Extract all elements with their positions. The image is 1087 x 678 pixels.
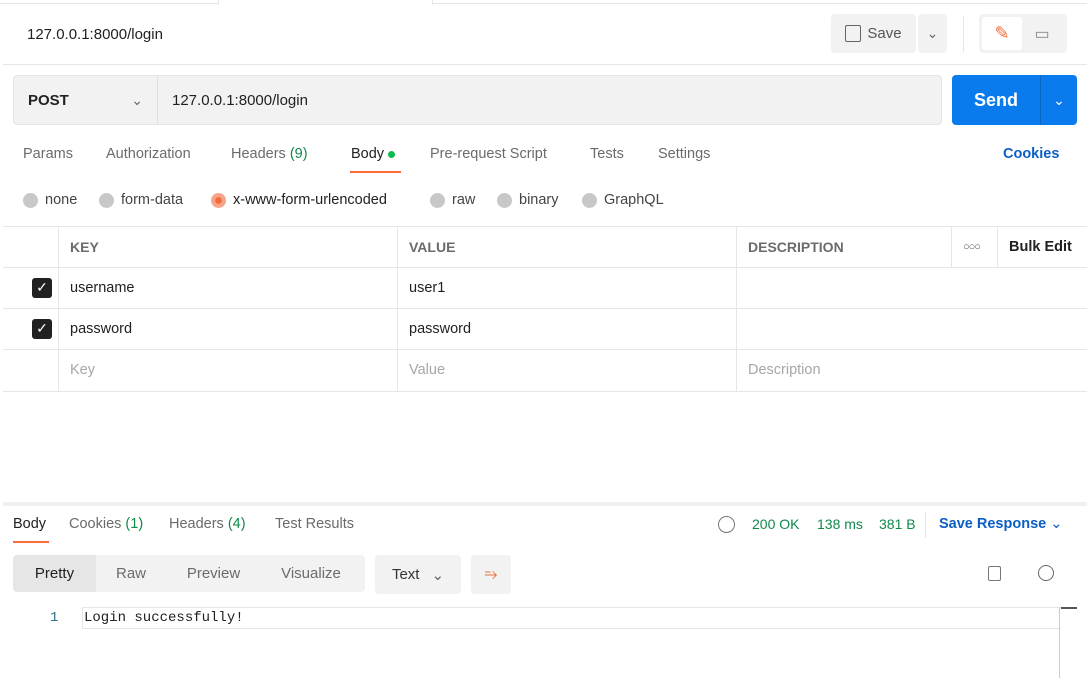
copy-icon[interactable] [988, 566, 1001, 581]
active-dot [388, 150, 396, 158]
description-cell[interactable] [736, 308, 1087, 350]
pane-resize-handle[interactable] [3, 502, 1087, 506]
scrollbar[interactable] [1059, 607, 1060, 678]
divider [963, 16, 964, 52]
tab-headers[interactable]: Headers (9) [231, 146, 308, 162]
chevron-down-icon: ⌄ [131, 91, 143, 108]
wrap-lines-icon[interactable]: ⥱ [471, 555, 511, 594]
response-body-line[interactable]: Login successfully! [82, 607, 1061, 629]
response-tab-cookies[interactable]: Cookies (1) [69, 516, 143, 532]
radio-x-www-form-urlencoded[interactable]: x-www-form-urlencoded [211, 192, 387, 208]
header-key: KEY [58, 226, 398, 268]
view-visualize[interactable]: Visualize [261, 565, 361, 582]
new-key-input[interactable]: Key [58, 349, 398, 392]
response-tab-body[interactable]: Body [13, 516, 46, 532]
tab-strip [0, 0, 1087, 4]
new-value-input[interactable]: Value [397, 349, 737, 392]
view-mode-group: Pretty Raw Preview Visualize [13, 555, 365, 592]
response-time[interactable]: 138 ms [817, 516, 863, 532]
header-value: VALUE [397, 226, 737, 268]
view-pretty[interactable]: Pretty [13, 555, 96, 592]
radio-form-data[interactable]: form-data [99, 192, 183, 208]
url-input[interactable]: 127.0.0.1:8000/login [157, 75, 942, 125]
row-checkbox[interactable]: ✓ [3, 308, 59, 350]
radio-none[interactable]: none [23, 192, 77, 208]
value-cell[interactable]: password [397, 308, 737, 350]
line-number: 1 [50, 610, 59, 626]
save-dropdown-button[interactable]: ⌄ [918, 14, 947, 53]
globe-icon [718, 516, 735, 533]
tab-pre-request-script[interactable]: Pre-request Script [430, 146, 547, 162]
view-raw[interactable]: Raw [96, 565, 166, 582]
tab-authorization[interactable]: Authorization [106, 146, 191, 162]
request-title: 127.0.0.1:8000/login [27, 26, 163, 43]
cookies-link[interactable]: Cookies [1003, 146, 1059, 162]
row-checkbox[interactable]: ✓ [3, 267, 59, 309]
description-cell[interactable] [736, 267, 1087, 309]
send-button[interactable]: Send [952, 75, 1040, 125]
method-select[interactable]: POST ⌄ [13, 75, 158, 125]
search-icon[interactable] [1038, 565, 1054, 581]
save-button[interactable]: Save [831, 14, 916, 53]
save-icon [845, 25, 862, 42]
new-description-input[interactable]: Description [736, 349, 1087, 392]
radio-graphql[interactable]: GraphQL [582, 192, 664, 208]
chevron-down-icon: ⌄ [431, 566, 445, 584]
comment-icon[interactable]: ▭ [1022, 17, 1062, 50]
header-description: DESCRIPTION [736, 226, 952, 268]
radio-binary[interactable]: binary [497, 192, 559, 208]
value-cell[interactable]: user1 [397, 267, 737, 309]
tab-settings[interactable]: Settings [658, 146, 710, 162]
tab-underline [350, 171, 401, 173]
key-cell[interactable]: password [58, 308, 398, 350]
response-tab-underline [13, 541, 49, 543]
response-tab-headers[interactable]: Headers (4) [169, 516, 246, 532]
tab-tests[interactable]: Tests [590, 146, 624, 162]
response-tab-test-results[interactable]: Test Results [275, 516, 354, 532]
active-request-tab[interactable] [218, 0, 433, 5]
edit-pencil-icon[interactable]: ✎ [982, 17, 1022, 50]
send-dropdown-button[interactable]: ⌄ [1040, 75, 1077, 125]
view-preview[interactable]: Preview [166, 565, 261, 582]
response-size[interactable]: 381 B [879, 516, 916, 532]
chevron-down-icon: ⌄ [1050, 516, 1063, 532]
key-cell[interactable]: username [58, 267, 398, 309]
bulk-edit-button[interactable]: Bulk Edit [997, 226, 1087, 268]
header-divider [3, 64, 1087, 65]
tab-params[interactable]: Params [23, 146, 73, 162]
save-response-button[interactable]: Save Response ⌄ [939, 516, 1062, 532]
tab-body[interactable]: Body [351, 146, 396, 162]
radio-raw[interactable]: raw [430, 192, 475, 208]
status-code[interactable]: 200 OK [752, 516, 799, 532]
more-options-icon[interactable]: ○○○ [951, 226, 998, 268]
format-select[interactable]: Text ⌄ [375, 555, 461, 594]
view-toggle: ✎ ▭ [979, 14, 1067, 53]
